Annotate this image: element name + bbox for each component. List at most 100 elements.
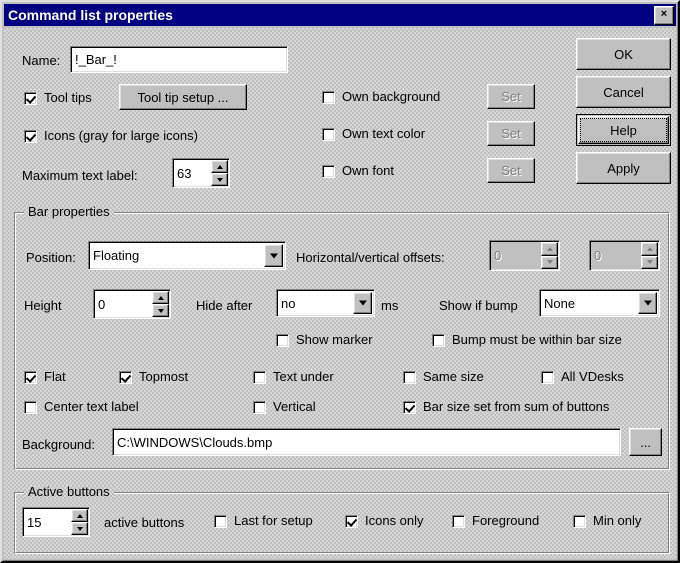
stepper-up-icon[interactable] [641, 242, 658, 256]
name-label: Name: [22, 53, 61, 68]
hide-after-value: no [281, 295, 296, 311]
same-size-checkbox[interactable]: Same size [403, 370, 484, 384]
bar-properties-group-title: Bar properties [24, 205, 114, 219]
bar-size-from-sum-checkbox[interactable]: Bar size set from sum of buttons [403, 400, 609, 414]
tool-tip-setup-button[interactable]: Tool tip setup ... [119, 84, 247, 110]
show-if-bump-label: Show if bump [439, 298, 518, 313]
horizontal-offset-value: 0 [494, 248, 502, 263]
checkbox-box [322, 90, 335, 104]
foreground-label: Foreground [472, 513, 540, 528]
name-input[interactable]: !_Bar_! [70, 46, 288, 73]
min-only-label: Min only [593, 513, 642, 528]
vertical-checkbox[interactable]: Vertical [253, 400, 316, 414]
icons-checkbox[interactable]: Icons (gray for large icons) [24, 129, 198, 143]
position-dropdown[interactable]: Floating [88, 241, 286, 270]
checkbox-box [119, 370, 132, 384]
stepper-arrows [71, 509, 88, 535]
last-for-setup-checkbox[interactable]: Last for setup [214, 514, 313, 528]
window-title: Command list properties [8, 7, 173, 23]
checkbox-box [322, 127, 335, 141]
height-value: 0 [98, 296, 106, 312]
chevron-down-icon[interactable] [264, 244, 283, 267]
checkbox-box [253, 370, 266, 384]
own-background-label: Own background [342, 89, 441, 104]
all-vdesks-checkbox[interactable]: All VDesks [541, 370, 624, 384]
chevron-down-icon[interactable] [638, 292, 657, 314]
own-font-label: Own font [342, 163, 395, 178]
hide-after-dropdown[interactable]: no [276, 289, 375, 317]
checkbox-box [24, 91, 37, 105]
own-background-set-button[interactable]: Set [487, 84, 535, 109]
same-size-label: Same size [423, 369, 484, 384]
bar-size-from-sum-label: Bar size set from sum of buttons [423, 399, 610, 414]
active-buttons-stepper[interactable]: 15 [22, 507, 90, 537]
background-browse-button[interactable]: ... [629, 428, 662, 456]
own-font-set-button[interactable]: Set [487, 158, 535, 183]
own-text-color-checkbox[interactable]: Own text color [322, 127, 425, 141]
stepper-arrows [541, 242, 558, 269]
ok-button[interactable]: OK [576, 38, 671, 70]
flat-checkbox[interactable]: Flat [24, 370, 66, 384]
max-text-label-stepper[interactable]: 63 [172, 158, 230, 188]
own-text-color-set-button[interactable]: Set [487, 121, 535, 146]
help-button-label: Help [610, 122, 637, 138]
position-value: Floating [93, 248, 140, 263]
checkbox-box [276, 333, 289, 347]
cancel-button[interactable]: Cancel [576, 76, 671, 108]
center-text-label-checkbox[interactable]: Center text label [24, 400, 139, 414]
foreground-checkbox[interactable]: Foreground [452, 514, 539, 528]
active-buttons-count-label: active buttons [104, 515, 185, 530]
stepper-down-icon[interactable] [71, 522, 88, 535]
topmost-label: Topmost [139, 369, 189, 384]
position-label: Position: [26, 250, 76, 265]
checkbox-box [24, 370, 37, 384]
chevron-down-icon[interactable] [353, 292, 372, 314]
hide-after-label: Hide after [196, 298, 253, 313]
checkbox-box [403, 370, 416, 384]
stepper-arrows [211, 160, 228, 186]
max-text-label: Maximum text label: [22, 168, 138, 183]
own-background-checkbox[interactable]: Own background [322, 90, 440, 104]
background-path-input[interactable]: C:\WINDOWS\Clouds.bmp [112, 428, 621, 456]
center-text-label-label: Center text label [44, 399, 139, 414]
ms-label: ms [381, 298, 399, 313]
apply-button[interactable]: Apply [576, 152, 671, 184]
own-font-checkbox[interactable]: Own font [322, 164, 394, 178]
vertical-offset-stepper[interactable]: 0 [589, 240, 660, 271]
icons-label: Icons (gray for large icons) [44, 128, 198, 143]
show-if-bump-dropdown[interactable]: None [539, 289, 660, 317]
stepper-down-icon[interactable] [541, 255, 558, 269]
topmost-checkbox[interactable]: Topmost [119, 370, 188, 384]
tool-tips-checkbox[interactable]: Tool tips [24, 91, 92, 105]
text-under-checkbox[interactable]: Text under [253, 370, 334, 384]
horizontal-offset-stepper[interactable]: 0 [489, 240, 560, 271]
checkbox-box [432, 333, 445, 347]
stepper-up-icon[interactable] [541, 242, 558, 256]
show-if-bump-value: None [544, 295, 576, 311]
background-label: Background: [22, 437, 95, 452]
flat-label: Flat [44, 369, 66, 384]
dialog-client-area: Name: !_Bar_! Tool tips Tool tip setup .… [4, 28, 676, 559]
stepper-up-icon[interactable] [211, 160, 228, 173]
close-icon[interactable]: × [654, 5, 674, 25]
height-stepper[interactable]: 0 [93, 289, 171, 319]
stepper-down-icon[interactable] [152, 304, 169, 317]
stepper-up-icon[interactable] [71, 509, 88, 522]
min-only-checkbox[interactable]: Min only [573, 514, 641, 528]
checkbox-box [253, 400, 266, 414]
bump-within-bar-size-checkbox[interactable]: Bump must be within bar size [432, 333, 622, 347]
bump-within-bar-size-label: Bump must be within bar size [452, 332, 622, 347]
last-for-setup-label: Last for setup [234, 513, 313, 528]
checkbox-box [322, 164, 335, 178]
stepper-arrows [152, 291, 169, 317]
stepper-down-icon[interactable] [211, 173, 228, 186]
tool-tips-label: Tool tips [44, 90, 92, 105]
stepper-up-icon[interactable] [152, 291, 169, 304]
max-text-label-value: 63 [177, 165, 192, 181]
help-button[interactable]: Help [576, 114, 671, 146]
stepper-down-icon[interactable] [641, 255, 658, 269]
checkbox-box [452, 514, 465, 528]
checkbox-box [214, 514, 227, 528]
icons-only-checkbox[interactable]: Icons only [345, 514, 424, 528]
show-marker-checkbox[interactable]: Show marker [276, 333, 373, 347]
